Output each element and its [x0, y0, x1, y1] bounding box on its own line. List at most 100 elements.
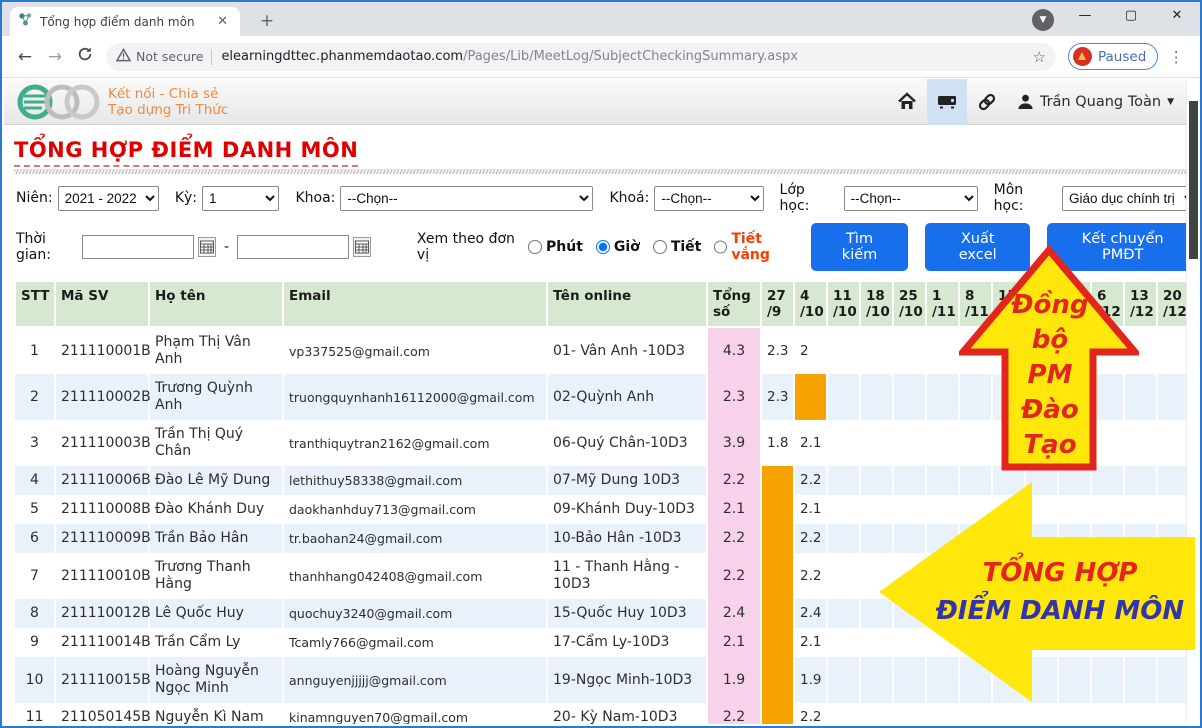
table-row: 4211110006BĐào Lê Mỹ Dunglethithuy58338@… [15, 466, 1190, 495]
calendar-icon[interactable] [198, 237, 216, 257]
unit-radio-group: Phút Giờ Tiết Tiết vắng [528, 231, 785, 263]
cell-absent [761, 524, 794, 553]
cell-stt: 2 [15, 374, 55, 420]
cell-date-value [926, 327, 959, 374]
table-row: 5211110008BĐào Khánh Duydaokhanhduy713@g… [15, 495, 1190, 524]
cell-ten: Trần Cẩm Ly [149, 628, 283, 657]
cell-online: 01- Vân Anh -10D3 [547, 327, 707, 374]
minimize-button[interactable]: — [1062, 2, 1108, 32]
browser-tab[interactable]: Tổng hợp điểm danh môn ✕ [10, 7, 240, 36]
back-icon[interactable]: ← [10, 47, 40, 67]
url-text: elearningdttec.phanmemdaotao.com/Pages/L… [221, 49, 1024, 64]
transfer-pmdt-button[interactable]: Kết chuyển PMĐT [1047, 223, 1198, 271]
cell-date-value [827, 657, 860, 703]
radio-input[interactable] [714, 240, 727, 254]
cell-date-value [1124, 466, 1157, 495]
export-excel-button[interactable]: Xuất excel [925, 223, 1030, 271]
cell-ma: 211110002B [55, 374, 149, 420]
lop-select[interactable]: --Chọn-- [844, 186, 978, 211]
link-icon[interactable] [967, 79, 1007, 125]
cell-stt: 1 [15, 327, 55, 374]
khoa-select[interactable]: --Chọn-- [340, 186, 593, 211]
cell-ma: 211110006B [55, 466, 149, 495]
table-row: 9211110014BTrần Cẩm LyTcamly766@gmail.co… [15, 628, 1190, 657]
bookmark-star-icon[interactable]: ☆ [1033, 48, 1046, 66]
date-from-input[interactable] [82, 235, 194, 259]
unit-radio-Tiết vắng[interactable]: Tiết vắng [714, 231, 772, 263]
cell-date-value [1124, 657, 1157, 703]
cell-date-value [1058, 495, 1091, 524]
omnibox-divider [211, 49, 212, 65]
header-nav: Trần Quang Toàn ▼ [887, 79, 1188, 125]
url-bar[interactable]: Not secure elearningdttec.phanmemdaotao.… [106, 43, 1056, 71]
profile-chevron-icon[interactable]: ▼ [1032, 9, 1054, 31]
cell-date-value [1091, 599, 1124, 628]
new-tab-button[interactable]: + [254, 9, 280, 33]
cell-date-value [860, 703, 893, 724]
cell-date-value [893, 495, 926, 524]
cell-date-value [1025, 599, 1058, 628]
cell-date-value [959, 327, 992, 374]
cell-date-value [926, 657, 959, 703]
scrollbar-thumb[interactable] [1189, 101, 1198, 259]
page-content: Kết nối - Chia sẻ Tạo dựng Tri Thức Trần… [4, 79, 1198, 724]
cell-date-value [1124, 553, 1157, 599]
user-menu[interactable]: Trần Quang Toàn ▼ [1017, 93, 1174, 110]
cell-date-value: 2.2 [794, 703, 827, 724]
cell-date-value [860, 374, 893, 420]
browser-menu-icon[interactable]: ⋮ [1164, 48, 1188, 66]
cell-online: 09-Khánh Duy-10D3 [547, 495, 707, 524]
eco-logo[interactable]: Kết nối - Chia sẻ Tạo dựng Tri Thức [14, 81, 228, 123]
table-row: 6211110009BTrần Bảo Hântr.baohan24@gmail… [15, 524, 1190, 553]
ky-select[interactable]: 1 [202, 186, 279, 211]
date-column-header: 13/12 [1124, 281, 1157, 327]
cell-online: 17-Cẩm Ly-10D3 [547, 628, 707, 657]
khoa2-select[interactable]: --Chọn-- [654, 186, 763, 211]
unit-radio-Tiết[interactable]: Tiết [653, 239, 702, 255]
date-column-header: 11/10 [827, 281, 860, 327]
cell-ma: 211110012B [55, 599, 149, 628]
cell-date-value: 2.1 [794, 628, 827, 657]
calendar-icon[interactable] [353, 237, 371, 257]
cell-date-value [1058, 524, 1091, 553]
radio-input[interactable] [528, 240, 542, 254]
table-row: 1211110001BPhạm Thị Vân Anhvp337525@gmai… [15, 327, 1190, 374]
date-to-input[interactable] [237, 235, 349, 259]
cell-date-value [827, 374, 860, 420]
paused-extension-button[interactable]: Paused [1068, 43, 1158, 70]
table-row: 3211110003BTrần Thị Quý Chântranthiquytr… [15, 420, 1190, 466]
reload-icon[interactable] [70, 46, 100, 67]
forward-icon[interactable]: → [40, 47, 70, 67]
cell-stt: 4 [15, 466, 55, 495]
cell-absent [794, 374, 827, 420]
tab-close-icon[interactable]: ✕ [213, 14, 232, 29]
radio-input[interactable] [596, 240, 610, 254]
cell-date-value: 2.4 [794, 599, 827, 628]
maximize-button[interactable]: ▢ [1108, 2, 1154, 32]
nien-select[interactable]: 2021 - 2022 [58, 186, 159, 211]
cell-absent [761, 466, 794, 495]
cell-date-value [827, 628, 860, 657]
cell-date-value [893, 628, 926, 657]
close-button[interactable]: ✕ [1154, 2, 1200, 32]
cell-date-value [1025, 628, 1058, 657]
page-title: TỔNG HỢP ĐIỂM DANH MÔN [14, 138, 1198, 167]
radio-label: Tiết [671, 239, 702, 255]
cell-date-value [827, 327, 860, 374]
cell-stt: 9 [15, 628, 55, 657]
cell-online: 20- Kỳ Nam-10D3 [547, 703, 707, 724]
home-icon[interactable] [887, 79, 927, 125]
cell-date-value [1058, 327, 1091, 374]
cell-ten: Phạm Thị Vân Anh [149, 327, 283, 374]
mon-select[interactable]: Giáo dục chính trị - [1062, 186, 1198, 211]
cell-date-value [860, 524, 893, 553]
radio-input[interactable] [653, 240, 667, 254]
cell-online: 06-Quý Chân-10D3 [547, 420, 707, 466]
drive-icon[interactable] [927, 79, 967, 125]
cell-date-value: 2 [794, 327, 827, 374]
search-button[interactable]: Tìm kiếm [811, 223, 908, 271]
cell-date-value: 2.3 [761, 327, 794, 374]
cell-date-value [959, 553, 992, 599]
unit-radio-Giờ[interactable]: Giờ [596, 239, 640, 255]
unit-radio-Phút[interactable]: Phút [528, 239, 583, 255]
